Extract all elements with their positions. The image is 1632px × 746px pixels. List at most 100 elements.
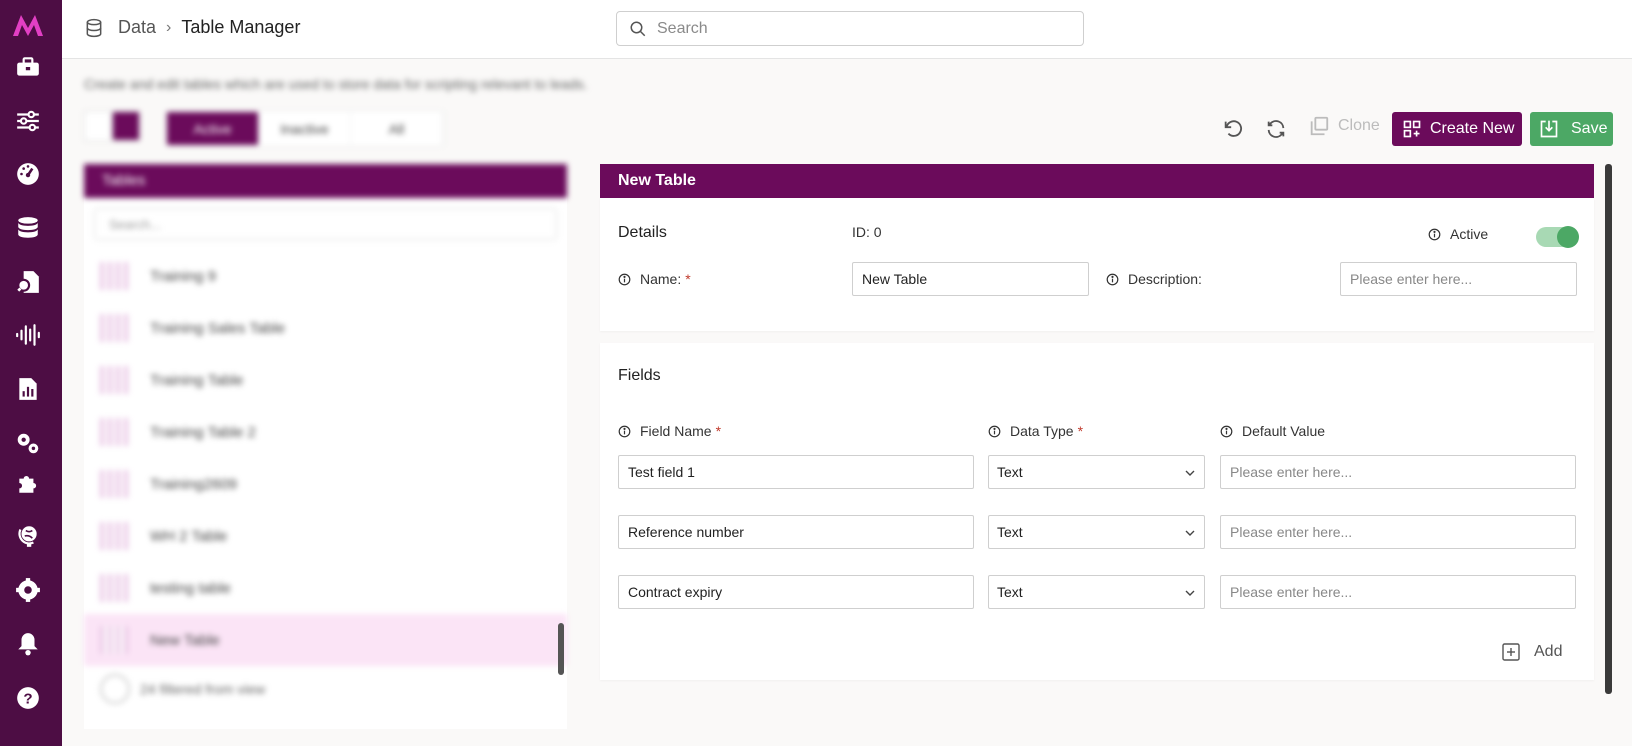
active-toggle[interactable] bbox=[1536, 226, 1579, 248]
tables-list-header: Tables bbox=[84, 164, 567, 198]
chevron-down-icon bbox=[1185, 530, 1195, 536]
page-title: Table Manager bbox=[181, 17, 301, 37]
global-search bbox=[616, 11, 1084, 46]
description-input[interactable] bbox=[1340, 262, 1577, 296]
copy-icon bbox=[1310, 116, 1329, 136]
table-icon bbox=[100, 626, 128, 654]
editor-title: New Table bbox=[600, 164, 1594, 198]
record-id: ID: 0 bbox=[852, 224, 882, 240]
puzzle-icon[interactable] bbox=[13, 468, 43, 498]
gears-icon[interactable] bbox=[13, 428, 43, 458]
report-icon[interactable] bbox=[13, 374, 43, 404]
bell-icon[interactable] bbox=[13, 629, 43, 659]
search-icon bbox=[630, 21, 646, 36]
file-search-icon[interactable] bbox=[13, 267, 43, 297]
table-icon bbox=[100, 574, 128, 602]
view-toggle-grid[interactable] bbox=[84, 111, 112, 141]
tables-list-panel: Tables Search... Training 9 Training Sal… bbox=[84, 164, 567, 729]
list-item[interactable]: Training2609 bbox=[84, 458, 567, 510]
settings-icon[interactable] bbox=[13, 575, 43, 605]
audio-wave-icon[interactable] bbox=[13, 320, 43, 350]
add-grid-icon bbox=[1403, 120, 1421, 138]
filter-icon bbox=[100, 674, 130, 704]
add-field-button[interactable]: Add bbox=[1502, 643, 1562, 661]
field-name-input[interactable] bbox=[618, 575, 974, 609]
svg-text:?: ? bbox=[23, 690, 32, 707]
info-icon bbox=[1106, 273, 1119, 285]
save-button[interactable]: Save bbox=[1530, 112, 1613, 146]
data-type-select[interactable]: Text bbox=[988, 575, 1205, 609]
data-type-select[interactable]: Text bbox=[988, 455, 1205, 489]
globe-icon[interactable] bbox=[13, 521, 43, 551]
table-icon bbox=[100, 418, 128, 446]
name-label: Name: * bbox=[618, 271, 691, 287]
filter-tab-inactive[interactable]: Inactive bbox=[259, 112, 351, 145]
data-type-header: Data Type * bbox=[988, 423, 1083, 439]
view-toggles bbox=[84, 111, 158, 141]
list-item[interactable]: Training Table bbox=[84, 354, 567, 406]
filter-tab-active[interactable]: Active bbox=[167, 112, 259, 145]
info-icon bbox=[1220, 425, 1233, 437]
description-label: Description: bbox=[1106, 271, 1202, 287]
top-header: Data › Table Manager bbox=[62, 0, 1632, 59]
list-item-selected[interactable]: New Table bbox=[84, 614, 567, 666]
field-name-input[interactable] bbox=[618, 455, 974, 489]
info-icon bbox=[618, 425, 631, 437]
active-label: Active bbox=[1428, 226, 1488, 242]
chevron-down-icon bbox=[1185, 590, 1195, 596]
database-icon[interactable] bbox=[13, 213, 43, 243]
table-icon bbox=[100, 522, 128, 550]
page-subtitle: Create and edit tables which are used to… bbox=[84, 76, 588, 92]
chevron-down-icon bbox=[1185, 470, 1195, 476]
table-icon bbox=[100, 366, 128, 394]
list-item[interactable]: testing table bbox=[84, 562, 567, 614]
table-name-input[interactable] bbox=[852, 262, 1089, 296]
sidebar: ? bbox=[0, 0, 62, 746]
create-new-button[interactable]: Create New bbox=[1392, 112, 1522, 146]
default-value-input[interactable] bbox=[1220, 515, 1576, 549]
default-value-input[interactable] bbox=[1220, 575, 1576, 609]
help-icon[interactable]: ? bbox=[13, 683, 43, 713]
data-type-select[interactable]: Text bbox=[988, 515, 1205, 549]
filtered-count: 24 filtered from view bbox=[84, 666, 567, 712]
refresh-icon[interactable] bbox=[1265, 118, 1287, 140]
database-icon bbox=[86, 18, 102, 37]
list-scrollbar[interactable] bbox=[558, 623, 564, 675]
filter-tab-all[interactable]: All bbox=[351, 112, 443, 145]
brand-logo[interactable] bbox=[11, 12, 45, 38]
table-icon bbox=[100, 262, 128, 290]
fields-card: Fields Field Name * Data Type * Default Va… bbox=[600, 343, 1594, 680]
dashboard-gauge-icon[interactable] bbox=[13, 159, 43, 189]
default-value-input[interactable] bbox=[1220, 455, 1576, 489]
toggle-knob bbox=[1557, 226, 1579, 248]
list-item[interactable]: WH 2 Table bbox=[84, 510, 567, 562]
list-item[interactable]: Training Sales Table bbox=[84, 302, 567, 354]
table-icon bbox=[100, 470, 128, 498]
details-title: Details bbox=[618, 224, 667, 241]
details-card: Details ID: 0 Active Name:* Description: bbox=[600, 198, 1594, 331]
field-name-input[interactable] bbox=[618, 515, 974, 549]
search-input[interactable] bbox=[657, 19, 1057, 38]
breadcrumb: Data › Table Manager bbox=[84, 17, 300, 38]
download-icon bbox=[1540, 120, 1558, 138]
view-toggle-list[interactable] bbox=[112, 111, 140, 141]
list-item[interactable]: Training Table 2 bbox=[84, 406, 567, 458]
default-value-header: Default Value bbox=[1220, 423, 1325, 439]
list-item[interactable]: Training 9 bbox=[84, 250, 567, 302]
clone-button[interactable]: Clone bbox=[1308, 115, 1380, 137]
info-icon bbox=[618, 273, 631, 285]
tables-list-search[interactable]: Search... bbox=[94, 208, 557, 240]
breadcrumb-data-link[interactable]: Data bbox=[118, 17, 156, 38]
sliders-icon[interactable] bbox=[13, 106, 43, 136]
undo-icon[interactable] bbox=[1222, 118, 1244, 140]
info-icon bbox=[988, 425, 1001, 437]
briefcase-icon[interactable] bbox=[13, 52, 43, 82]
editor-scrollbar[interactable] bbox=[1605, 164, 1612, 694]
plus-square-icon bbox=[1502, 643, 1520, 661]
status-filter-tabs: Active Inactive All bbox=[166, 111, 444, 146]
info-icon bbox=[1428, 228, 1441, 240]
table-icon bbox=[100, 314, 128, 342]
field-name-header: Field Name * bbox=[618, 423, 721, 439]
fields-title: Fields bbox=[618, 367, 661, 384]
breadcrumb-separator: › bbox=[166, 18, 172, 36]
